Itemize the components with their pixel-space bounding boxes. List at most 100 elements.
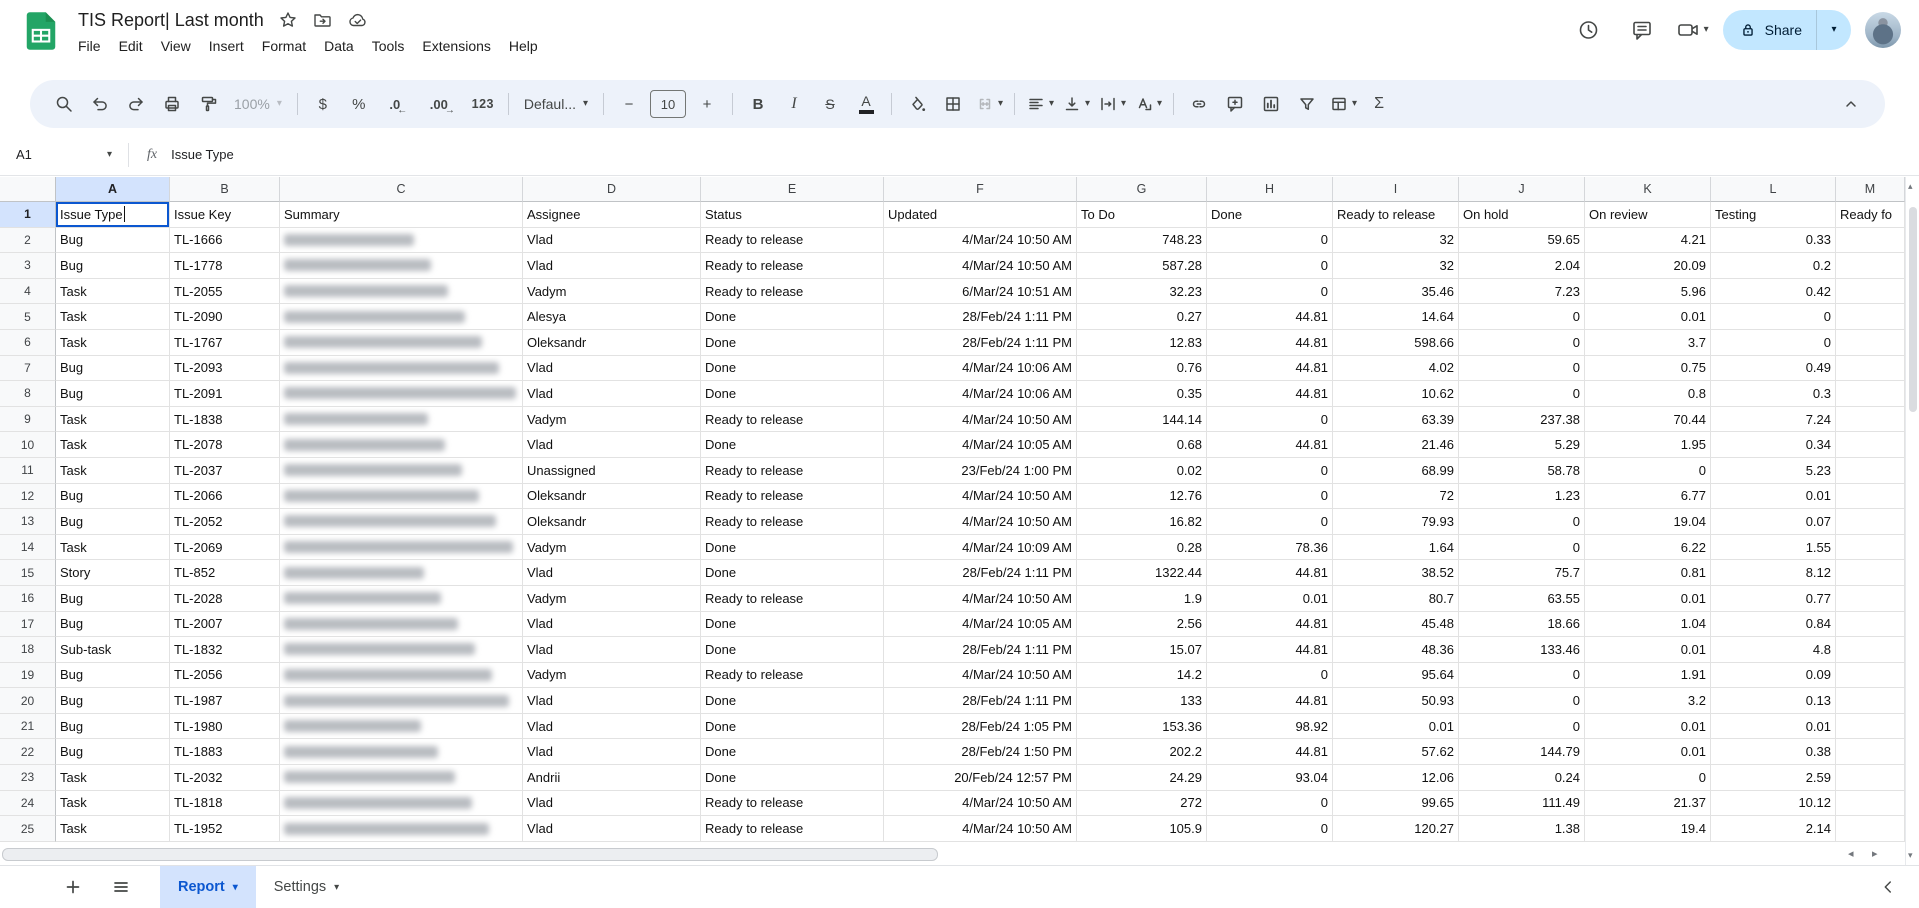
cell[interactable]: TL-2069 (170, 535, 280, 561)
cell[interactable]: 748.23 (1077, 228, 1207, 254)
row-header-12[interactable]: 12 (0, 484, 56, 510)
menu-extensions[interactable]: Extensions (413, 35, 499, 57)
cell[interactable]: Bug (56, 484, 170, 510)
cell[interactable]: 5.23 (1711, 458, 1836, 484)
cell[interactable]: 98.92 (1207, 714, 1333, 740)
row-header-23[interactable]: 23 (0, 765, 56, 791)
row-header-1[interactable]: 1 (0, 202, 56, 228)
scroll-up-icon[interactable]: ▴ (1908, 181, 1913, 192)
cell[interactable] (280, 381, 523, 407)
cell[interactable]: 1.38 (1459, 816, 1585, 842)
cell[interactable] (1836, 612, 1905, 638)
cell[interactable]: TL-2007 (170, 612, 280, 638)
cell[interactable] (280, 688, 523, 714)
cell[interactable]: 21.46 (1333, 432, 1459, 458)
cell[interactable]: TL-852 (170, 560, 280, 586)
move-to-folder-icon[interactable] (312, 10, 333, 30)
row-header-6[interactable]: 6 (0, 330, 56, 356)
horizontal-align-icon[interactable]: ▾ (1022, 89, 1058, 119)
cell[interactable]: 1.64 (1333, 535, 1459, 561)
cell[interactable]: 19.4 (1585, 816, 1711, 842)
cell[interactable]: 21.37 (1585, 791, 1711, 817)
cell[interactable]: TL-1778 (170, 253, 280, 279)
cell[interactable] (280, 791, 523, 817)
cell[interactable] (280, 228, 523, 254)
fill-color-icon[interactable] (899, 89, 935, 119)
cell[interactable] (1836, 586, 1905, 612)
video-call-button[interactable]: ▾ (1676, 18, 1709, 42)
share-button[interactable]: Share ▾ (1723, 10, 1851, 50)
cell[interactable]: 93.04 (1207, 765, 1333, 791)
cell[interactable]: Done (701, 637, 884, 663)
cell[interactable]: TL-2091 (170, 381, 280, 407)
cell[interactable]: 44.81 (1207, 432, 1333, 458)
cloud-saved-icon[interactable] (347, 10, 369, 30)
cell[interactable] (1836, 432, 1905, 458)
row-header-2[interactable]: 2 (0, 228, 56, 254)
cell[interactable]: 4/Mar/24 10:06 AM (884, 381, 1077, 407)
cell[interactable]: To Do (1077, 202, 1207, 228)
cell[interactable]: 1.95 (1585, 432, 1711, 458)
cell[interactable]: Done (701, 560, 884, 586)
cell[interactable]: 0.76 (1077, 356, 1207, 382)
cell[interactable]: 0.13 (1711, 688, 1836, 714)
column-header-J[interactable]: J (1459, 177, 1585, 202)
cell[interactable]: 12.83 (1077, 330, 1207, 356)
cell[interactable] (1836, 356, 1905, 382)
column-header-G[interactable]: G (1077, 177, 1207, 202)
cell[interactable]: Vadym (523, 279, 701, 305)
menu-edit[interactable]: Edit (110, 35, 152, 57)
cell[interactable]: Assignee (523, 202, 701, 228)
row-header-24[interactable]: 24 (0, 791, 56, 817)
cell[interactable]: 0.77 (1711, 586, 1836, 612)
cell[interactable]: Vadym (523, 535, 701, 561)
cell[interactable]: 4/Mar/24 10:09 AM (884, 535, 1077, 561)
cell[interactable]: Vlad (523, 816, 701, 842)
cell[interactable]: 0.02 (1077, 458, 1207, 484)
cell[interactable]: 0.24 (1459, 765, 1585, 791)
cell[interactable]: 4/Mar/24 10:50 AM (884, 816, 1077, 842)
row-header-10[interactable]: 10 (0, 432, 56, 458)
strikethrough-button[interactable]: S (812, 89, 848, 119)
cell[interactable]: 0 (1459, 714, 1585, 740)
row-header-19[interactable]: 19 (0, 663, 56, 689)
cell[interactable]: 272 (1077, 791, 1207, 817)
cell[interactable]: 0 (1459, 535, 1585, 561)
insert-comment-icon[interactable] (1217, 89, 1253, 119)
cell[interactable]: TL-2056 (170, 663, 280, 689)
cell[interactable] (1836, 791, 1905, 817)
cell[interactable]: 28/Feb/24 1:11 PM (884, 304, 1077, 330)
cell[interactable] (1836, 381, 1905, 407)
cell[interactable]: 32 (1333, 253, 1459, 279)
cell[interactable]: 14.2 (1077, 663, 1207, 689)
cell[interactable]: Story (56, 560, 170, 586)
cell[interactable]: 78.36 (1207, 535, 1333, 561)
cell[interactable]: Done (701, 714, 884, 740)
cell[interactable]: 44.81 (1207, 637, 1333, 663)
cell[interactable]: Vlad (523, 253, 701, 279)
cell[interactable]: TL-2032 (170, 765, 280, 791)
cell[interactable]: 0 (1585, 765, 1711, 791)
cell[interactable]: 1.91 (1585, 663, 1711, 689)
decrease-decimals-button[interactable]: .0← (377, 89, 413, 119)
cell[interactable]: 68.99 (1333, 458, 1459, 484)
cell[interactable] (280, 765, 523, 791)
cell[interactable]: Done (701, 535, 884, 561)
menu-tools[interactable]: Tools (363, 35, 414, 57)
cell[interactable]: 3.7 (1585, 330, 1711, 356)
comment-history-icon[interactable] (1622, 10, 1662, 50)
cell[interactable]: Done (701, 739, 884, 765)
cell[interactable]: Vlad (523, 356, 701, 382)
cell[interactable] (1836, 637, 1905, 663)
cell[interactable]: Vadym (523, 407, 701, 433)
cell[interactable]: Ready to release (1333, 202, 1459, 228)
cell[interactable]: 0.75 (1585, 356, 1711, 382)
cell[interactable]: 0.01 (1585, 586, 1711, 612)
cell[interactable]: 111.49 (1459, 791, 1585, 817)
cell[interactable] (280, 816, 523, 842)
column-header-C[interactable]: C (280, 177, 523, 202)
cell[interactable]: 0 (1207, 407, 1333, 433)
row-header-18[interactable]: 18 (0, 637, 56, 663)
cell[interactable]: On review (1585, 202, 1711, 228)
cell[interactable]: Unassigned (523, 458, 701, 484)
